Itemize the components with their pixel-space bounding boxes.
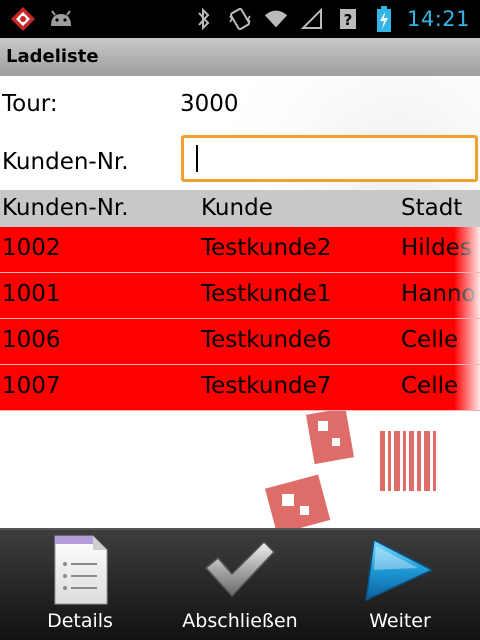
column-header-customer-number: Kunden-Nr. <box>2 195 129 221</box>
app-icon <box>10 6 36 32</box>
vibrate-icon <box>227 6 253 32</box>
cell-customer-number: 1001 <box>2 281 61 307</box>
status-bar: ? 14:21 <box>0 0 480 38</box>
row-fade <box>454 273 480 318</box>
table-body: 1002 Testkunde2 Hildes 1001 Testkunde1 H… <box>0 227 480 411</box>
page-title: Ladeliste <box>6 46 99 67</box>
finish-button[interactable]: Abschließen <box>160 530 320 640</box>
sim-unknown-icon: ? <box>335 6 361 32</box>
cell-customer-number: 1006 <box>2 327 61 353</box>
customer-number-label: Kunden-Nr. <box>2 149 129 175</box>
details-label: Details <box>47 610 113 632</box>
table-row[interactable]: 1001 Testkunde1 Hanno <box>0 273 480 319</box>
tour-label: Tour: <box>2 91 58 117</box>
cell-customer-number: 1002 <box>2 235 61 261</box>
row-fade <box>454 365 480 410</box>
bluetooth-icon <box>191 6 217 32</box>
content-area: Tour: 3000 Kunden-Nr. Kunden-Nr. Kunde S… <box>0 76 480 528</box>
table-header: Kunden-Nr. Kunde Stadt <box>0 190 480 227</box>
table-row[interactable]: 1006 Testkunde6 Celle <box>0 319 480 365</box>
battery-charging-icon <box>371 6 397 32</box>
column-header-customer: Kunde <box>201 195 273 221</box>
column-header-city: Stadt <box>401 195 463 221</box>
title-bar: Ladeliste <box>0 38 480 76</box>
tour-value: 3000 <box>180 91 239 117</box>
checkmark-icon <box>202 534 278 610</box>
cell-customer: Testkunde6 <box>201 327 332 353</box>
customer-number-input[interactable] <box>181 135 478 182</box>
status-clock: 14:21 <box>406 7 470 31</box>
signal-icon <box>299 6 325 32</box>
row-fade <box>454 319 480 364</box>
svg-text:?: ? <box>344 11 353 29</box>
table-row[interactable]: 1002 Testkunde2 Hildes <box>0 227 480 273</box>
text-cursor <box>196 145 198 172</box>
android-icon <box>48 6 74 32</box>
cell-customer: Testkunde1 <box>201 281 332 307</box>
cell-customer: Testkunde2 <box>201 235 332 261</box>
next-label: Weiter <box>369 610 431 632</box>
cell-customer-number: 1007 <box>2 373 61 399</box>
finish-label: Abschließen <box>182 610 298 632</box>
wifi-icon <box>263 6 289 32</box>
next-button[interactable]: Weiter <box>320 530 480 640</box>
cell-city: Celle <box>401 327 459 353</box>
row-fade <box>454 227 480 272</box>
cell-customer: Testkunde7 <box>201 373 332 399</box>
document-list-icon <box>49 534 111 610</box>
action-bar: Details Abschließen Weiter <box>0 528 480 640</box>
details-button[interactable]: Details <box>0 530 160 640</box>
play-arrow-icon <box>362 534 438 610</box>
table-row[interactable]: 1007 Testkunde7 Celle <box>0 365 480 411</box>
cell-city: Celle <box>401 373 459 399</box>
